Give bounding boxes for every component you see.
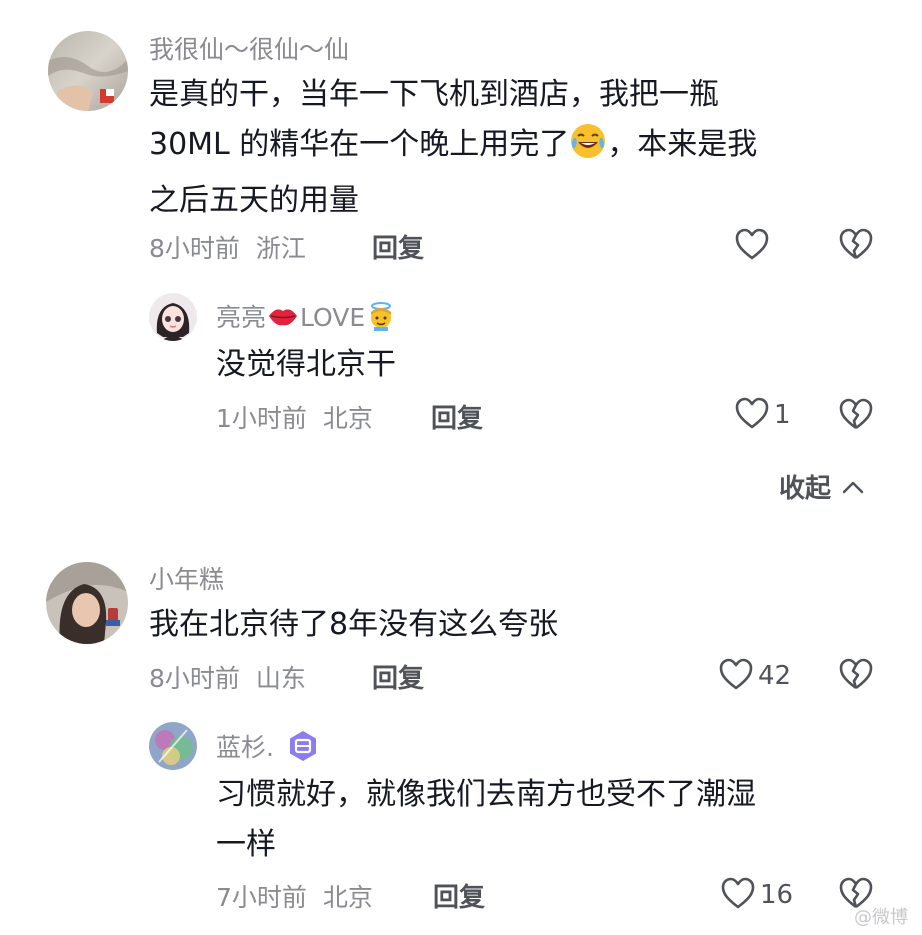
heart-icon	[720, 876, 756, 914]
like-button[interactable]: 42	[718, 657, 791, 695]
comment-time: 8小时前	[149, 234, 240, 263]
reply-text-line: 习惯就好，就像我们去南方也受不了潮湿	[216, 777, 756, 812]
comment-text-line: 30ML 的精华在一个晚上用完了 ，本来是我	[149, 120, 889, 176]
chevron-up-icon	[841, 472, 865, 502]
reply-button[interactable]: 回复	[372, 658, 424, 695]
comment-username[interactable]: 小年糕	[149, 560, 224, 596]
reply-meta: 7小时前 北京	[216, 878, 373, 914]
reply-text: 习惯就好，就像我们去南方也受不了潮湿 一样	[216, 770, 896, 870]
reply-text: 没觉得北京干	[216, 347, 396, 382]
comment-text: 是真的干，当年一下飞机到酒店，我把一瓶 30ML 的精华在一个晚上用完了 ，本来…	[149, 70, 889, 226]
joy-emoji	[569, 122, 607, 176]
comment-location: 山东	[255, 664, 306, 693]
dislike-button[interactable]	[838, 657, 874, 695]
reply-username-text: 蓝杉.	[216, 733, 274, 762]
collapse-label: 收起	[779, 474, 832, 504]
lips-emoji	[266, 303, 300, 335]
like-count: 16	[760, 880, 794, 910]
reply-avatar[interactable]	[149, 293, 197, 341]
broken-heart-icon	[838, 398, 874, 435]
comment-text-line: 是真的干，当年一下飞机到酒店，我把一瓶	[149, 77, 719, 112]
avatar[interactable]	[46, 562, 128, 644]
heart-icon	[734, 396, 770, 434]
reply-username-prefix: 亮亮	[216, 303, 267, 332]
broken-heart-icon	[838, 228, 874, 265]
reply-time: 7小时前	[216, 883, 307, 912]
reply-time: 1小时前	[216, 404, 307, 433]
comment-text-line: 之后五天的用量	[149, 183, 359, 218]
reply-location: 北京	[322, 404, 373, 433]
level-badge-icon	[286, 729, 320, 769]
comment-text-segment: 30ML 的精华在一个晚上用完了	[149, 127, 570, 162]
reply-location: 北京	[322, 883, 373, 912]
like-button[interactable]: 16	[720, 876, 793, 914]
comment-text-segment: ，本来是我	[607, 127, 758, 162]
like-count: 42	[758, 661, 792, 691]
like-button[interactable]: 1	[734, 396, 791, 434]
reply-username[interactable]: 亮亮 LOVE	[216, 298, 397, 337]
reply-meta: 1小时前 北京	[216, 399, 373, 435]
heart-icon	[718, 657, 754, 695]
comment-meta: 8小时前 山东	[149, 659, 306, 695]
dislike-button[interactable]	[838, 397, 874, 435]
comment-username[interactable]: 我很仙～很仙～仙	[149, 30, 349, 66]
like-button[interactable]	[734, 227, 770, 265]
collapse-replies-button[interactable]: 收起	[779, 468, 865, 505]
comment-text: 我在北京待了8年没有这么夸张	[149, 607, 559, 642]
reply-text-line: 一样	[216, 827, 276, 862]
reply-username-suffix: LOVE	[300, 303, 366, 332]
like-count: 1	[774, 400, 791, 430]
heart-icon	[734, 227, 770, 265]
reply-button[interactable]: 回复	[433, 877, 485, 914]
comment-location: 浙江	[255, 234, 306, 263]
comment-time: 8小时前	[149, 664, 240, 693]
reply-avatar[interactable]	[149, 722, 197, 770]
watermark: @微博	[854, 907, 908, 928]
avatar[interactable]	[48, 31, 128, 111]
comment-meta: 8小时前 浙江	[149, 229, 306, 265]
reply-button[interactable]: 回复	[372, 228, 424, 265]
broken-heart-icon	[838, 658, 874, 695]
angel-emoji	[365, 301, 397, 337]
dislike-button[interactable]	[838, 227, 874, 265]
reply-username[interactable]: 蓝杉.	[216, 728, 320, 769]
reply-button[interactable]: 回复	[431, 398, 483, 435]
